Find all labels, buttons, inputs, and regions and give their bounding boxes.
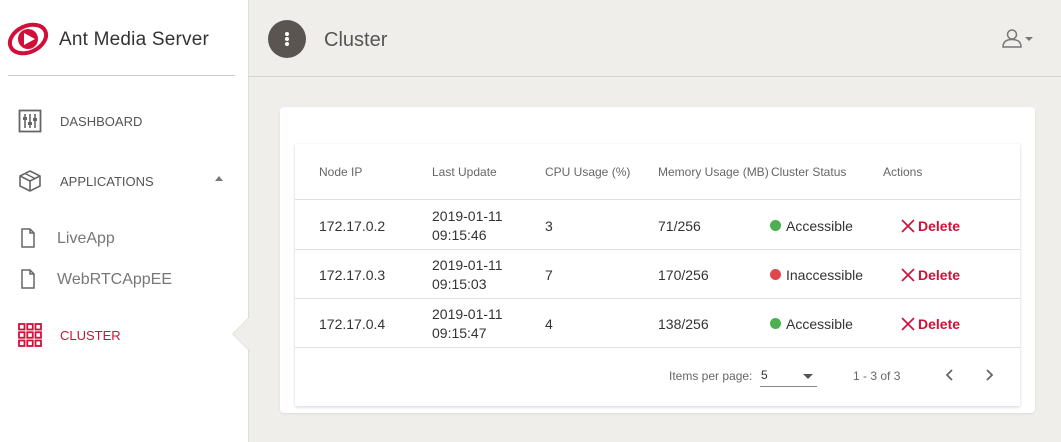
user-menu-button[interactable] xyxy=(1001,28,1037,50)
sidebar-item-label: APPLICATIONS xyxy=(60,174,154,189)
last-update-time: 09:15:03 xyxy=(432,276,487,292)
sidebar-item-dashboard[interactable]: DASHBOARD xyxy=(0,101,249,141)
status-dot xyxy=(770,269,781,280)
more-vertical-icon-dot xyxy=(285,37,289,41)
delete-label: Delete xyxy=(918,218,961,234)
sidebar-divider xyxy=(8,75,235,76)
last-update-date: 2019-01-11 xyxy=(432,306,503,322)
last-update: 2019-01-11 09:15:46 xyxy=(432,207,503,245)
file-icon xyxy=(21,228,35,248)
close-icon xyxy=(901,317,915,331)
active-indicator xyxy=(233,317,250,351)
ant-media-logo-icon xyxy=(7,22,49,56)
chevron-up-icon[interactable] xyxy=(215,176,223,181)
cpu-usage: 3 xyxy=(545,218,553,234)
close-icon xyxy=(901,268,915,282)
previous-page-button[interactable] xyxy=(940,365,960,385)
status-dot xyxy=(770,220,781,231)
cluster-status: Accessible xyxy=(786,218,853,234)
node-ip: 172.17.0.4 xyxy=(319,316,386,332)
grid-icon xyxy=(18,323,42,347)
table-header: Node IP Last Update CPU Usage (%) Memory… xyxy=(295,144,1020,200)
sidebar-item-webrtcappee[interactable]: WebRTCAppEE xyxy=(0,262,249,298)
column-header-node-ip: Node IP xyxy=(319,165,363,179)
more-menu-button[interactable] xyxy=(268,20,306,58)
delete-label: Delete xyxy=(918,316,961,332)
more-vertical-icon-dot xyxy=(285,42,289,46)
chevron-right-icon xyxy=(986,369,994,381)
column-header-actions: Actions xyxy=(883,165,923,179)
close-icon xyxy=(901,219,915,233)
items-per-page-label: Items per page: xyxy=(669,369,753,383)
node-ip: 172.17.0.3 xyxy=(319,267,386,283)
top-header: Cluster xyxy=(249,0,1061,77)
sidebar-item-label: CLUSTER xyxy=(60,328,121,343)
chevron-down-icon xyxy=(803,374,813,379)
brand[interactable]: Ant Media Server xyxy=(0,0,249,76)
sidebar-item-label: LiveApp xyxy=(57,230,115,247)
paginator: Items per page: 5 1 - 3 of 3 xyxy=(295,347,1020,403)
file-icon xyxy=(21,269,35,289)
last-update-time: 09:15:46 xyxy=(432,227,487,243)
sidebar-item-label: DASHBOARD xyxy=(60,114,143,129)
memory-usage: 71/256 xyxy=(658,218,701,234)
column-header-memory-usage: Memory Usage (MB) xyxy=(658,165,769,179)
delete-label: Delete xyxy=(918,267,961,283)
column-header-cpu-usage: CPU Usage (%) xyxy=(545,165,631,179)
node-ip: 172.17.0.2 xyxy=(319,218,386,234)
cube-icon xyxy=(19,170,41,192)
table-row: 172.17.0.3 2019-01-11 09:15:03 7 170/256… xyxy=(295,250,1020,299)
sidebar-item-label: WebRTCAppEE xyxy=(57,271,173,288)
page-title: Cluster xyxy=(324,29,388,51)
last-update-date: 2019-01-11 xyxy=(432,257,503,273)
status-dot xyxy=(770,318,781,329)
table-row: 172.17.0.4 2019-01-11 09:15:47 4 138/256… xyxy=(295,299,1020,348)
memory-usage: 138/256 xyxy=(658,316,709,332)
table-row: 172.17.0.2 2019-01-11 09:15:46 3 71/256 … xyxy=(295,201,1020,250)
chevron-left-icon xyxy=(945,369,953,381)
cluster-status: Inaccessible xyxy=(786,267,864,283)
last-update-time: 09:15:47 xyxy=(432,325,487,341)
more-vertical-icon xyxy=(285,32,289,36)
items-per-page-select[interactable]: 5 xyxy=(760,365,817,387)
cpu-usage: 7 xyxy=(545,267,553,283)
memory-usage: 170/256 xyxy=(658,267,709,283)
cpu-usage: 4 xyxy=(545,316,553,332)
sidebar: Ant Media Server DASHBOARD APPLICATIONS … xyxy=(0,0,249,442)
items-per-page-value: 5 xyxy=(761,368,768,382)
column-header-cluster-status: Cluster Status xyxy=(771,165,847,179)
sidebar-item-liveapp[interactable]: LiveApp xyxy=(0,221,249,257)
sidebar-item-cluster[interactable]: CLUSTER xyxy=(0,315,249,355)
dashboard-sliders-icon xyxy=(18,109,42,133)
last-update-date: 2019-01-11 xyxy=(432,208,503,224)
cluster-status: Accessible xyxy=(786,316,853,332)
sidebar-item-applications[interactable]: APPLICATIONS xyxy=(0,161,249,201)
pagination-range: 1 - 3 of 3 xyxy=(853,369,901,383)
last-update: 2019-01-11 09:15:03 xyxy=(432,256,503,294)
cluster-table: Node IP Last Update CPU Usage (%) Memory… xyxy=(295,144,1020,406)
user-icon xyxy=(1002,29,1033,48)
cluster-card: Node IP Last Update CPU Usage (%) Memory… xyxy=(280,107,1035,413)
next-page-button[interactable] xyxy=(979,365,999,385)
column-header-last-update: Last Update xyxy=(432,165,497,179)
brand-name: Ant Media Server xyxy=(59,29,209,50)
last-update: 2019-01-11 09:15:47 xyxy=(432,305,503,343)
